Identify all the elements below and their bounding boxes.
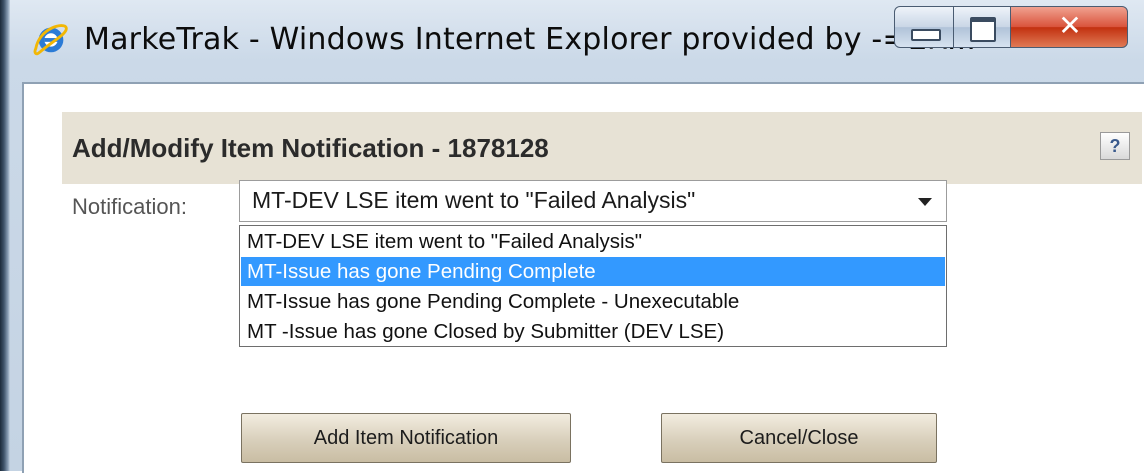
dialog-header: Add/Modify Item Notification - 1878128 ? bbox=[62, 112, 1142, 184]
close-icon: ✕ bbox=[1058, 9, 1082, 42]
maximize-button[interactable] bbox=[953, 6, 1011, 48]
internet-explorer-icon bbox=[33, 24, 68, 56]
notification-select[interactable]: MT-DEV LSE item went to "Failed Analysis… bbox=[239, 180, 947, 222]
minimize-icon bbox=[911, 29, 941, 41]
close-button[interactable]: ✕ bbox=[1010, 6, 1128, 48]
notification-label: Notification: bbox=[72, 194, 187, 219]
maximize-icon bbox=[970, 17, 996, 42]
dropdown-option[interactable]: MT-Issue has gone Pending Complete - Une… bbox=[241, 287, 945, 316]
dialog-title: Add/Modify Item Notification - 1878128 bbox=[72, 133, 549, 163]
title-bar[interactable]: MarkeTrak - Windows Internet Explorer pr… bbox=[10, 0, 1144, 82]
notification-selected-value: MT-DEV LSE item went to "Failed Analysis… bbox=[252, 187, 696, 213]
dropdown-option[interactable]: MT-DEV LSE item went to "Failed Analysis… bbox=[241, 227, 945, 256]
dropdown-option[interactable]: MT -Issue has gone Closed by Submitter (… bbox=[241, 317, 945, 346]
window-left-edge bbox=[0, 0, 10, 471]
chevron-down-icon[interactable] bbox=[918, 198, 932, 206]
cancel-close-button[interactable]: Cancel/Close bbox=[661, 413, 937, 463]
notification-dropdown-list: MT-DEV LSE item went to "Failed Analysis… bbox=[239, 225, 947, 347]
browser-window-frame: MarkeTrak - Windows Internet Explorer pr… bbox=[0, 0, 1144, 473]
dialog-content: Add/Modify Item Notification - 1878128 ?… bbox=[22, 82, 1144, 473]
window-title: MarkeTrak - Windows Internet Explorer pr… bbox=[84, 22, 977, 57]
help-icon[interactable]: ? bbox=[1100, 132, 1130, 160]
add-item-notification-button[interactable]: Add Item Notification bbox=[241, 413, 571, 463]
dropdown-option-highlighted[interactable]: MT-Issue has gone Pending Complete bbox=[241, 257, 945, 286]
minimize-button[interactable] bbox=[894, 6, 954, 48]
